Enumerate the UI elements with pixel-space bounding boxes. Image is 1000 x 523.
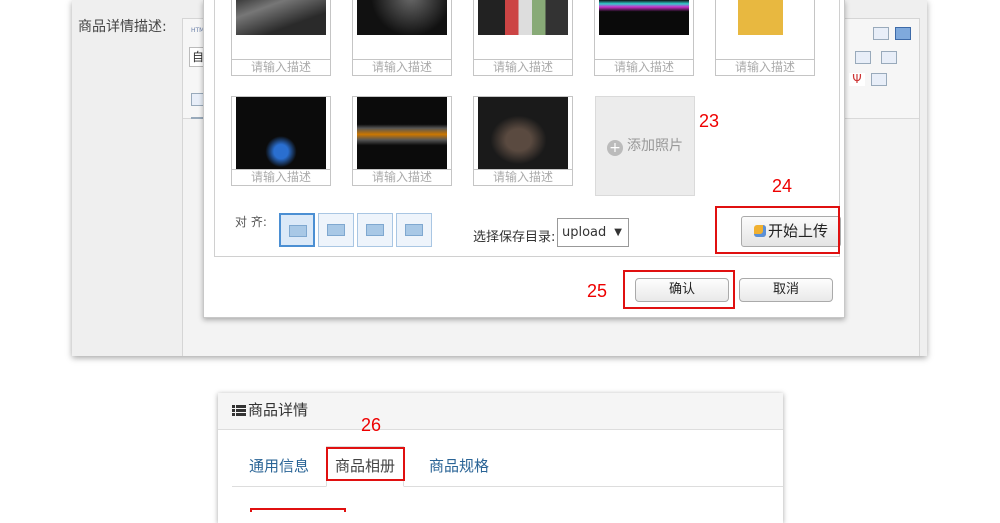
photo-thumb[interactable]: 请输入描述 xyxy=(715,0,815,76)
photo-thumb[interactable]: 请输入描述 xyxy=(352,96,452,186)
photo-caption-input[interactable]: 请输入描述 xyxy=(716,59,814,75)
photo-caption-input[interactable]: 请输入描述 xyxy=(595,59,693,75)
align-none-option[interactable] xyxy=(279,213,315,247)
add-photo-label: 添加照片 xyxy=(627,138,683,154)
save-directory-label: 选择保存目录: xyxy=(473,230,556,245)
phone-photo-image xyxy=(478,97,568,175)
annotation-highlight xyxy=(250,508,346,512)
photo-caption-input[interactable]: 请输入描述 xyxy=(353,169,451,185)
annotation-number: 23 xyxy=(699,111,720,131)
table-icon[interactable] xyxy=(855,51,871,64)
save-directory-select[interactable]: upload ▼ xyxy=(557,218,629,247)
annotation-number: 26 xyxy=(361,415,382,435)
cancel-button[interactable]: 取消 xyxy=(739,278,833,302)
image-icon xyxy=(366,224,384,236)
photo-thumb[interactable]: 请输入描述 xyxy=(352,0,452,76)
plus-icon: + xyxy=(607,140,623,156)
panel-title: 商品详情 xyxy=(248,401,309,419)
photo-thumb[interactable]: 请输入描述 xyxy=(473,96,573,186)
phone-photo-image xyxy=(357,0,447,35)
annotation-number: 25 xyxy=(587,281,608,301)
photo-caption-input[interactable]: 请输入描述 xyxy=(232,169,330,185)
product-description-label: 商品详情描述: xyxy=(78,19,167,35)
phone-photo-image xyxy=(720,0,810,35)
image-icon xyxy=(327,224,345,236)
annotation-highlight xyxy=(623,270,735,309)
annotation-highlight xyxy=(715,206,840,254)
align-right-option[interactable] xyxy=(357,213,393,247)
align-label: 对 齐: xyxy=(235,215,267,229)
monitor-icon[interactable] xyxy=(895,27,911,40)
flash-icon[interactable]: Ψ xyxy=(849,73,865,86)
photo-caption-input[interactable]: 请输入描述 xyxy=(353,59,451,75)
panel-header: 商品详情 xyxy=(218,393,783,430)
list-icon xyxy=(232,405,246,416)
media-icon[interactable] xyxy=(871,73,887,86)
phone-photo-image xyxy=(599,0,689,35)
annotation-number: 24 xyxy=(772,176,793,196)
photo-thumb[interactable]: 请输入描述 xyxy=(473,0,573,76)
align-center-option[interactable] xyxy=(396,213,432,247)
photo-caption-input[interactable]: 请输入描述 xyxy=(232,59,330,75)
photo-thumb[interactable]: 请输入描述 xyxy=(231,96,331,186)
collage-photo-image xyxy=(478,0,568,35)
phone-photo-image xyxy=(236,97,326,175)
image-icon xyxy=(405,224,423,236)
photo-caption-input[interactable]: 请输入描述 xyxy=(474,59,572,75)
tabs-divider xyxy=(232,486,783,487)
phone-photo-image xyxy=(357,97,447,175)
dropdown-arrow-icon: ▼ xyxy=(614,227,622,238)
tab-general-info[interactable]: 通用信息 xyxy=(249,455,309,476)
add-photo-button[interactable]: + 添加照片 xyxy=(595,96,695,196)
annotation-highlight xyxy=(326,447,405,481)
phone-photo-image xyxy=(236,0,326,35)
align-left-option[interactable] xyxy=(318,213,354,247)
product-detail-panel: 商品详情 通用信息 商品相册 商品规格 xyxy=(218,393,783,523)
image-icon xyxy=(289,225,307,237)
photo-thumb[interactable]: 请输入描述 xyxy=(231,0,331,76)
image-upload-dialog: 请输入描述 请输入描述 请输入描述 请输入描述 请输入描述 请输入描述 请输入描… xyxy=(203,0,845,318)
save-directory-value: upload xyxy=(562,225,607,240)
photo-thumb[interactable]: 请输入描述 xyxy=(594,0,694,76)
tab-product-specs[interactable]: 商品规格 xyxy=(429,455,489,476)
line-height-icon[interactable] xyxy=(873,27,889,40)
table-cell-icon[interactable] xyxy=(881,51,897,64)
photo-caption-input[interactable]: 请输入描述 xyxy=(474,169,572,185)
